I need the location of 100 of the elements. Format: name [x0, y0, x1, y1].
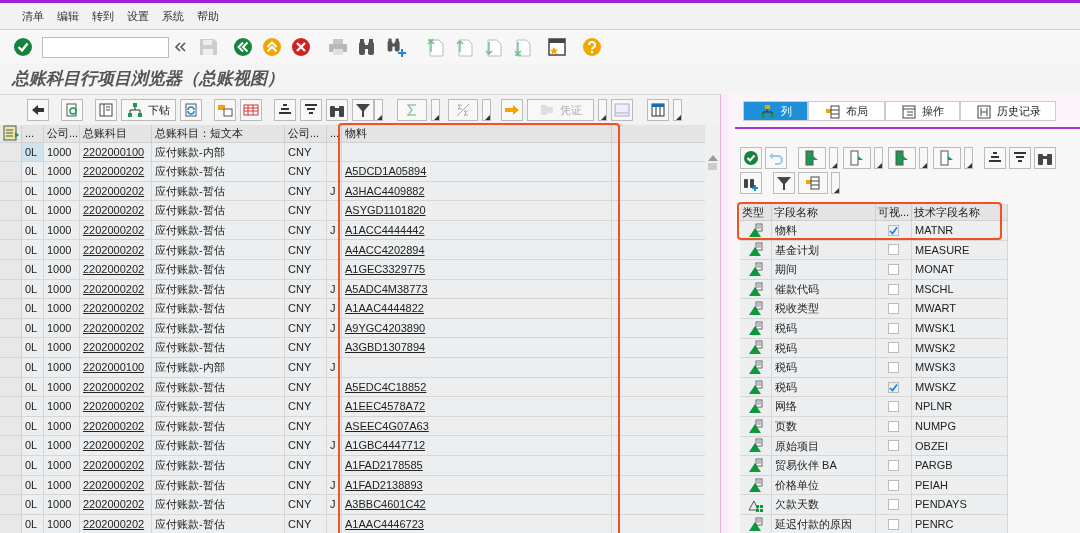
check-icon[interactable] — [13, 37, 33, 57]
column-header[interactable]: 类型 — [740, 203, 764, 221]
filter-button[interactable] — [352, 99, 374, 121]
arrow-button[interactable] — [501, 99, 523, 121]
checkbox[interactable] — [888, 479, 899, 491]
menu-item[interactable]: 编辑 — [57, 7, 79, 25]
table-link[interactable]: A9YGC4203890 — [342, 319, 426, 337]
back-button[interactable] — [27, 99, 49, 121]
find-next-button[interactable] — [740, 172, 762, 194]
refresh-button[interactable] — [180, 99, 202, 121]
row-selector[interactable] — [0, 338, 22, 358]
column-move-menu-button[interactable] — [964, 147, 973, 169]
column-move-button[interactable] — [798, 147, 826, 169]
splitter[interactable] — [720, 94, 728, 533]
favorite-window-icon[interactable] — [547, 37, 567, 57]
table-link[interactable]: A5DCD1A05894 — [342, 163, 427, 180]
table-link[interactable]: ASYGD1101820 — [342, 202, 426, 219]
back-icon[interactable] — [233, 37, 253, 57]
save-icon[interactable] — [198, 37, 218, 57]
next-page-icon[interactable] — [483, 37, 503, 57]
row-selector[interactable] — [0, 162, 22, 181]
details-button[interactable] — [61, 99, 83, 121]
table-link[interactable]: A5EDC4C18852 — [342, 378, 427, 396]
checkbox[interactable] — [888, 224, 899, 236]
menu-item[interactable]: 系统 — [162, 7, 184, 25]
row-selector[interactable] — [0, 201, 22, 220]
last-page-icon[interactable] — [512, 37, 532, 57]
collapse-icon[interactable] — [174, 40, 186, 54]
column-move-menu-button[interactable] — [874, 147, 883, 169]
checkbox[interactable] — [888, 440, 899, 452]
row-selector[interactable] — [0, 240, 22, 260]
column-header[interactable]: 字段名称 — [772, 203, 818, 221]
column-move-button[interactable] — [888, 147, 916, 169]
tab[interactable]: 列 — [743, 101, 808, 121]
table-link[interactable]: 2202000202 — [80, 398, 145, 415]
sort-ascending-button[interactable] — [274, 99, 296, 121]
table-cell[interactable]: 0L — [22, 240, 44, 260]
checkbox[interactable] — [888, 244, 899, 256]
table-link[interactable]: A4ACC4202894 — [342, 241, 425, 258]
row-selector[interactable] — [0, 299, 22, 318]
sort-descending-button[interactable] — [300, 99, 322, 121]
table-link[interactable]: 2202000202 — [80, 515, 145, 533]
command-field[interactable] — [42, 36, 169, 58]
column-header[interactable]: 总账科目：短文本 — [152, 125, 243, 142]
table-cell[interactable]: 0L — [22, 299, 44, 318]
checkbox[interactable] — [888, 283, 899, 295]
tab[interactable]: 历史记录 — [960, 101, 1056, 121]
menu-item[interactable]: 清单 — [22, 7, 44, 25]
table-cell[interactable]: 0L — [22, 201, 44, 220]
checkbox[interactable] — [888, 322, 899, 334]
table-link[interactable]: 2202000202 — [80, 319, 145, 337]
table-link[interactable]: A1AAC4446723 — [342, 515, 424, 533]
table-cell[interactable]: 0L — [22, 260, 44, 279]
sort-descending-button[interactable] — [1009, 147, 1031, 169]
table-cell[interactable]: 0L — [22, 358, 44, 377]
table-cell[interactable]: 0L — [22, 456, 44, 475]
select-all-icon[interactable] — [2, 125, 19, 142]
table-link[interactable]: 2202000202 — [80, 378, 145, 396]
checkbox[interactable] — [888, 381, 899, 393]
table-link[interactable]: 2202000202 — [80, 437, 145, 454]
find-button[interactable] — [1034, 147, 1056, 169]
row-selector[interactable] — [0, 436, 22, 455]
first-page-icon[interactable] — [425, 37, 445, 57]
find-icon[interactable] — [357, 37, 377, 57]
column-header[interactable]: 技术字段名称 — [912, 203, 980, 221]
checkbox[interactable] — [888, 518, 899, 530]
table-cell[interactable]: 0L — [22, 162, 44, 181]
table-link[interactable]: A1GBC4447712 — [342, 437, 426, 454]
column-header[interactable]: 总账科目 — [80, 125, 127, 142]
table-cell[interactable]: 0L — [22, 495, 44, 514]
row-selector[interactable] — [0, 456, 22, 475]
sum-menu-button[interactable] — [431, 99, 440, 121]
columns-menu-button[interactable] — [673, 99, 682, 121]
layout-button[interactable] — [95, 99, 117, 121]
column-header[interactable]: 可视... — [876, 203, 910, 221]
table-link[interactable]: 2202000202 — [80, 280, 145, 298]
subtotal-menu-button[interactable] — [482, 99, 491, 121]
table-link[interactable]: 2202000100 — [80, 359, 145, 376]
previous-page-icon[interactable] — [454, 37, 474, 57]
column-move-menu-button[interactable] — [919, 147, 928, 169]
table-link[interactable]: A1EEC4578A72 — [342, 398, 426, 415]
table-link[interactable]: 2202000202 — [80, 339, 145, 356]
table-cell[interactable]: 0L — [22, 436, 44, 455]
table-link[interactable]: 2202000100 — [80, 143, 145, 161]
table-link[interactable]: A1FAD2138893 — [342, 476, 423, 494]
column-header[interactable]: ... — [327, 125, 340, 142]
help-icon[interactable] — [582, 37, 602, 57]
checkbox[interactable] — [888, 342, 899, 354]
table-link[interactable]: A5ADC4M38773 — [342, 280, 428, 298]
table-link[interactable]: 2202000202 — [80, 202, 145, 219]
row-selector[interactable] — [0, 397, 22, 416]
row-selector[interactable] — [0, 260, 22, 279]
checkbox[interactable] — [888, 459, 899, 471]
table-link[interactable]: A1FAD2178585 — [342, 457, 423, 474]
cancel-icon[interactable] — [291, 37, 311, 57]
grid-button[interactable] — [240, 99, 262, 121]
printer-icon[interactable] — [328, 37, 348, 57]
document-menu-button[interactable] — [598, 99, 607, 121]
table-link[interactable]: A3HAC4409882 — [342, 182, 425, 200]
checkbox[interactable] — [888, 499, 899, 511]
